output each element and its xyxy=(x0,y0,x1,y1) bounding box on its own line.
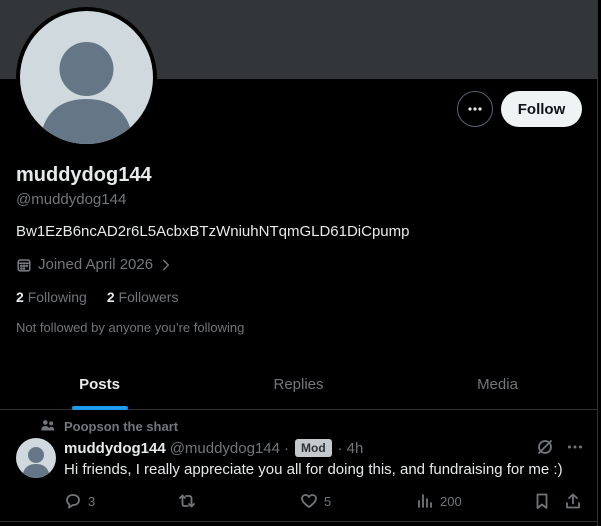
post-header: muddydog144 @muddydog144 · Mod · 4h xyxy=(64,439,363,457)
tab-posts[interactable]: Posts xyxy=(0,360,199,410)
separator-dot: · xyxy=(337,439,343,457)
more-horizontal-icon xyxy=(468,107,482,111)
tab-replies[interactable]: Replies xyxy=(199,360,398,409)
post-action-bar: 3 5 200 xyxy=(64,492,584,512)
community-context[interactable]: Poopson the shart xyxy=(40,418,178,434)
repost-icon xyxy=(179,494,195,508)
bookmark-icon xyxy=(536,493,548,509)
follow-stats: 2 Following 2 Followers xyxy=(16,289,178,305)
default-avatar-icon xyxy=(20,11,153,144)
grok-icon[interactable] xyxy=(536,438,554,456)
joined-date[interactable]: Joined April 2026 xyxy=(16,256,173,273)
mod-badge: Mod xyxy=(295,439,332,457)
tab-media[interactable]: Media xyxy=(398,360,597,409)
following-count: 2 xyxy=(16,289,24,305)
post-author-handle[interactable]: @muddydog144 xyxy=(170,440,280,457)
tab-posts-label: Posts xyxy=(79,376,120,393)
community-name: Poopson the shart xyxy=(64,418,179,434)
post-divider xyxy=(0,521,597,522)
heart-icon xyxy=(301,494,317,508)
reply-icon xyxy=(66,494,80,509)
scrollbar-track[interactable] xyxy=(597,0,601,526)
joined-text: Joined April 2026 xyxy=(38,256,154,273)
reply-count: 3 xyxy=(88,493,96,509)
post-text: Hi friends, I really appreciate you all … xyxy=(64,461,563,478)
bookmark-button[interactable] xyxy=(533,492,551,510)
default-avatar-icon xyxy=(22,447,50,478)
more-horizontal-icon[interactable] xyxy=(566,438,584,456)
reply-button[interactable]: 3 xyxy=(64,492,95,510)
tab-media-label: Media xyxy=(477,376,518,393)
profile-display-name: muddydog144 xyxy=(16,164,152,186)
post-author-avatar[interactable] xyxy=(16,438,56,478)
not-followed-notice: Not followed by anyone you’re following xyxy=(16,320,245,335)
profile-handle: @muddydog144 xyxy=(16,191,127,208)
views-button[interactable]: 200 xyxy=(416,492,462,510)
view-count: 200 xyxy=(440,493,462,509)
followers-link[interactable]: 2 Followers xyxy=(107,289,179,305)
share-button[interactable] xyxy=(564,492,582,510)
profile-tabs: Posts Replies Media xyxy=(0,360,597,410)
post-time[interactable]: 4h xyxy=(347,440,364,457)
tab-replies-label: Replies xyxy=(273,376,324,393)
community-icon xyxy=(41,420,55,431)
repost-button[interactable] xyxy=(178,492,202,510)
post-top-actions xyxy=(536,438,584,456)
following-link[interactable]: 2 Following xyxy=(16,289,87,305)
share-icon xyxy=(566,493,580,509)
separator-dot: · xyxy=(284,439,289,457)
following-label: Following xyxy=(27,289,87,305)
analytics-icon xyxy=(418,494,432,508)
followers-count: 2 xyxy=(106,289,115,305)
like-count: 5 xyxy=(324,493,332,509)
chevron-right-icon xyxy=(163,259,170,270)
followers-label: Followers xyxy=(118,289,179,305)
post-author-name[interactable]: muddydog144 xyxy=(64,440,166,457)
profile-bio: Bw1EzB6ncAD2r6L5AcbxBTzWniuhNTqmGLD61DiC… xyxy=(16,223,410,240)
active-tab-indicator xyxy=(71,406,128,410)
like-button[interactable]: 5 xyxy=(300,492,331,510)
profile-avatar[interactable] xyxy=(16,7,157,148)
more-options-button[interactable] xyxy=(457,91,493,127)
follow-button[interactable]: Follow xyxy=(501,91,582,127)
calendar-icon xyxy=(17,258,31,272)
